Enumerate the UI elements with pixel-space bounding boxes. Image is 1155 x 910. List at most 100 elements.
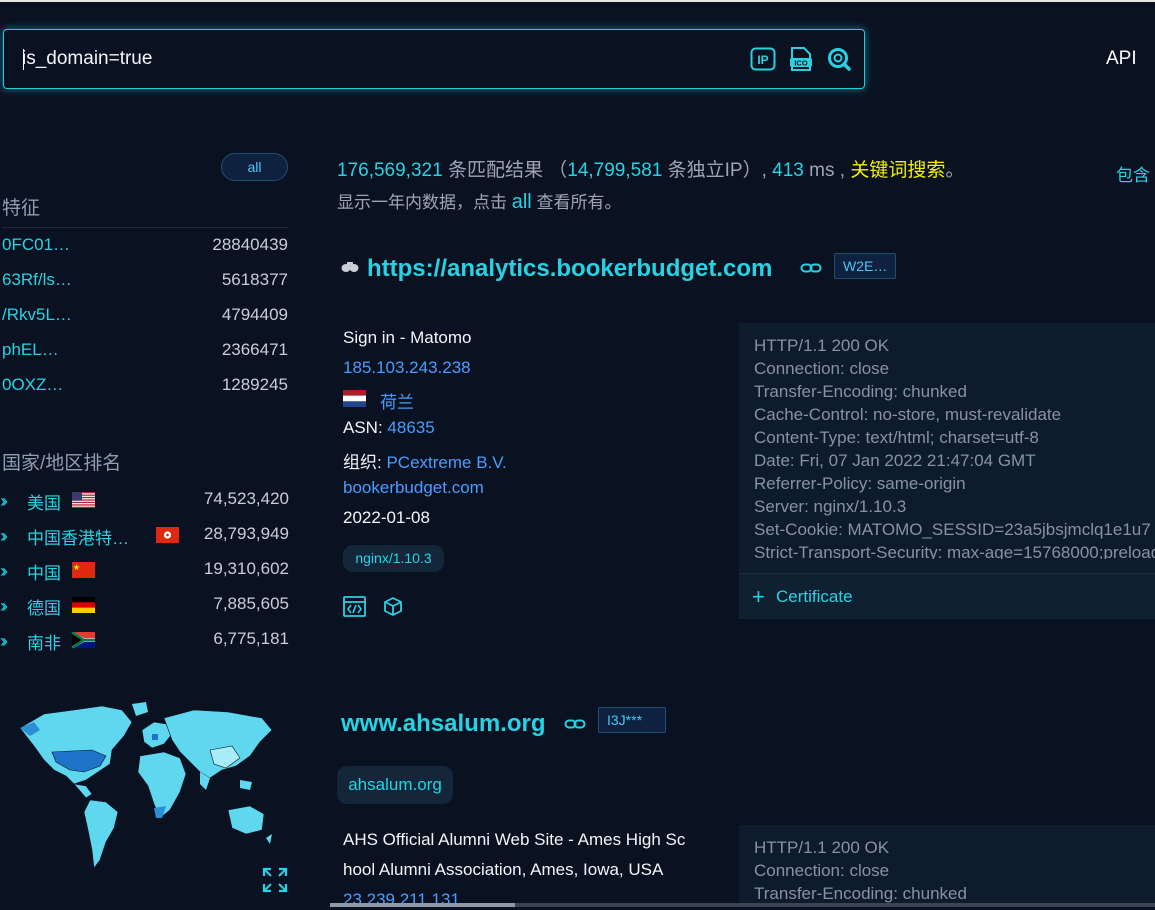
include-link[interactable]: 包含 [1116,161,1150,186]
window-top-edge [0,0,1155,2]
external-link-icon[interactable] [800,261,822,275]
country-name[interactable]: 美国 [27,489,61,514]
external-link-icon[interactable] [564,717,586,731]
http-line: Date: Fri, 07 Jan 2022 21:47:04 GMT [754,451,1036,470]
http-fade [739,559,1155,573]
cube-icon[interactable] [383,596,403,617]
http-line: Cache-Control: no-store, must-revalidate [754,405,1062,424]
country-item[interactable]: ›› 中国香港特… 28,793,949 [0,524,289,550]
svg-text:ICO: ICO [794,59,808,68]
ip-link[interactable]: 23.239.211.131 [343,890,460,910]
plus-icon: + [752,584,765,609]
search-input[interactable]: is_domain=true [22,48,152,70]
http-line: HTTP/1.1 200 OK [754,838,890,857]
domain-link[interactable]: bookerbudget.com [343,478,484,498]
note-text-a: 显示一年内数据，点击 [337,193,507,212]
country-link[interactable]: 荷兰 [380,388,414,413]
feature-key[interactable]: phEL… [2,340,59,360]
features-title: 特征 [2,198,41,219]
all-filter-button[interactable]: all [221,153,288,181]
note-text-b: 查看所有。 [536,193,622,212]
scrollbar-thumb[interactable] [330,903,515,907]
api-link[interactable]: API [1106,48,1137,70]
country-name[interactable]: 中国 [27,559,61,584]
org-link[interactable]: PCextreme B.V. [386,453,506,472]
text-caret [23,49,24,70]
feature-key[interactable]: 0OXZ… [2,375,63,395]
result-url[interactable]: www.ahsalum.org [341,710,545,738]
search-icon[interactable] [826,46,852,72]
keyword-search-link[interactable]: 关键词搜索 [850,160,945,181]
us-flag-icon [72,492,95,508]
http-line: Server: nginx/1.10.3 [754,497,907,516]
asn-link[interactable]: 48635 [387,418,434,437]
feature-count: 4794409 [221,305,288,324]
results-summary: 176,569,321 条匹配结果 （14,799,581 条独立IP）, 41… [337,155,964,182]
country-count: 28,793,949 [203,524,289,543]
result-date: 2022-01-08 [343,508,430,527]
world-map[interactable] [14,700,276,885]
feature-count: 1289245 [221,375,288,394]
code-view-icon[interactable] [343,596,366,617]
feature-item[interactable]: 0FC01… 28840439 [2,235,288,259]
country-count: 7,885,605 [213,594,289,613]
http-line: Set-Cookie: MATOMO_SESSID=23a5jbsjmclq1e… [754,520,1151,539]
result-url[interactable]: https://analytics.bookerbudget.com [367,255,772,283]
feature-item[interactable]: /Rkv5L… 4794409 [2,305,288,329]
feature-item[interactable]: 63Rf/ls… 5618377 [2,270,288,294]
certificate-label[interactable]: Certificate [776,587,853,607]
search-bar[interactable]: is_domain=true IP ICO [3,29,865,89]
country-item[interactable]: ›› 中国 19,310,602 [0,559,289,585]
country-item[interactable]: ›› 美国 74,523,420 [0,489,289,515]
country-item[interactable]: ›› 德国 7,885,605 [0,594,289,620]
http-line: HTTP/1.1 200 OK [754,336,890,355]
favicon-search-icon[interactable]: ICO [788,46,814,72]
total-suffix: 条匹配结果 [447,160,543,181]
org-row: 组织: PCextreme B.V. [343,448,507,473]
result-tag[interactable]: W2E… [834,253,897,279]
de-flag-icon [72,597,95,613]
site-title-line1: AHS Official Alumni Web Site - Ames High… [343,830,686,849]
query-time-unit: ms , [809,160,846,181]
feature-key[interactable]: 0FC01… [2,235,70,255]
country-item[interactable]: ›› 南非 6,775,181 [0,629,289,655]
nl-flag-icon [343,390,366,407]
http-line: Connection: close [754,861,890,880]
show-all-link[interactable]: all [512,191,532,213]
org-label: 组织: [343,453,382,472]
country-name[interactable]: 南非 [27,629,61,654]
double-chevron-icon: ›› [0,561,8,581]
country-count: 74,523,420 [203,489,289,508]
country-name[interactable]: 德国 [27,594,61,619]
ip-link[interactable]: 185.103.243.238 [343,358,471,378]
features-divider [2,227,288,228]
feature-count: 5618377 [221,270,288,289]
feature-key[interactable]: /Rkv5L… [2,305,72,325]
http-response-panel: HTTP/1.1 200 OK Connection: close Transf… [739,323,1155,619]
country-name[interactable]: 中国香港特… [27,524,129,549]
feature-item[interactable]: phEL… 2366471 [2,340,288,364]
feature-count: 28840439 [212,235,288,254]
site-title: Sign in - Matomo [343,328,472,347]
feature-item[interactable]: 0OXZ… 1289245 [2,375,288,399]
server-chip[interactable]: nginx/1.10.3 [343,545,444,572]
horizontal-scrollbar[interactable] [330,903,1155,907]
domain-chip[interactable]: ahsalum.org [337,766,453,804]
http-response-lines: HTTP/1.1 200 OK Connection: close Transf… [754,836,967,905]
screenshot-preview-icon[interactable] [341,259,359,273]
country-count: 19,310,602 [203,559,289,578]
result-tag[interactable]: I3J*** [598,707,666,733]
certificate-toggle[interactable]: + Certificate [739,573,1155,619]
http-line: Content-Type: text/html; charset=utf-8 [754,428,1039,447]
double-chevron-icon: ›› [0,491,8,511]
double-chevron-icon: ›› [0,526,8,546]
paren-open: （ [548,160,568,181]
fullscreen-icon[interactable] [262,867,288,893]
asn-label: ASN: [343,418,383,437]
unique-ip-count: 14,799,581 [567,160,663,181]
http-response-lines: HTTP/1.1 200 OK Connection: close Transf… [754,334,1155,564]
summary-period: 。 [945,160,965,181]
query-time: 413 [772,160,804,181]
ip-search-icon[interactable]: IP [750,46,776,72]
feature-key[interactable]: 63Rf/ls… [2,270,72,290]
